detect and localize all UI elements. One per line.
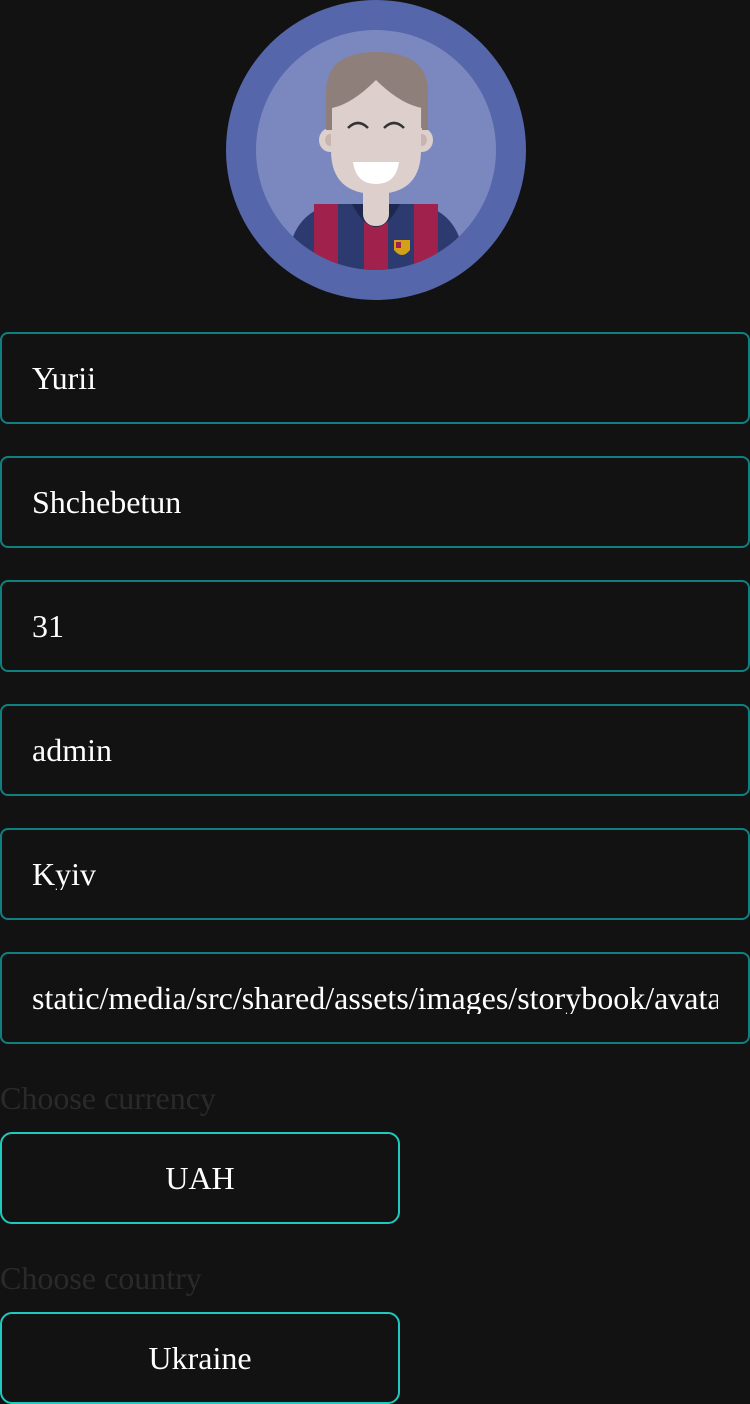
age-field[interactable]: 31: [0, 580, 750, 672]
avatar[interactable]: [226, 0, 526, 300]
avatar-path-field[interactable]: static/media/src/shared/assets/images/st…: [0, 952, 750, 1044]
age-value: 31: [32, 610, 64, 642]
country-selected-value: Ukraine: [148, 1340, 252, 1376]
first-name-value: Yurii: [32, 362, 96, 394]
currency-label: Choose currency: [0, 1080, 216, 1116]
country-label: Choose country: [0, 1260, 202, 1296]
currency-select[interactable]: UAH: [0, 1132, 400, 1224]
avatar-path-value: static/media/src/shared/assets/images/st…: [32, 982, 718, 1014]
profile-form: Yurii Shchebetun 31 admin Kyiv static/me…: [0, 0, 750, 1404]
last-name-field[interactable]: Shchebetun: [0, 456, 750, 548]
role-value: admin: [32, 734, 112, 766]
city-field[interactable]: Kyiv: [0, 828, 750, 920]
first-name-field[interactable]: Yurii: [0, 332, 750, 424]
currency-selected-value: UAH: [165, 1160, 235, 1196]
role-field[interactable]: admin: [0, 704, 750, 796]
city-value: Kyiv: [32, 858, 96, 890]
country-select[interactable]: Ukraine: [0, 1312, 400, 1404]
user-avatar-icon: [226, 0, 526, 300]
last-name-value: Shchebetun: [32, 486, 182, 518]
